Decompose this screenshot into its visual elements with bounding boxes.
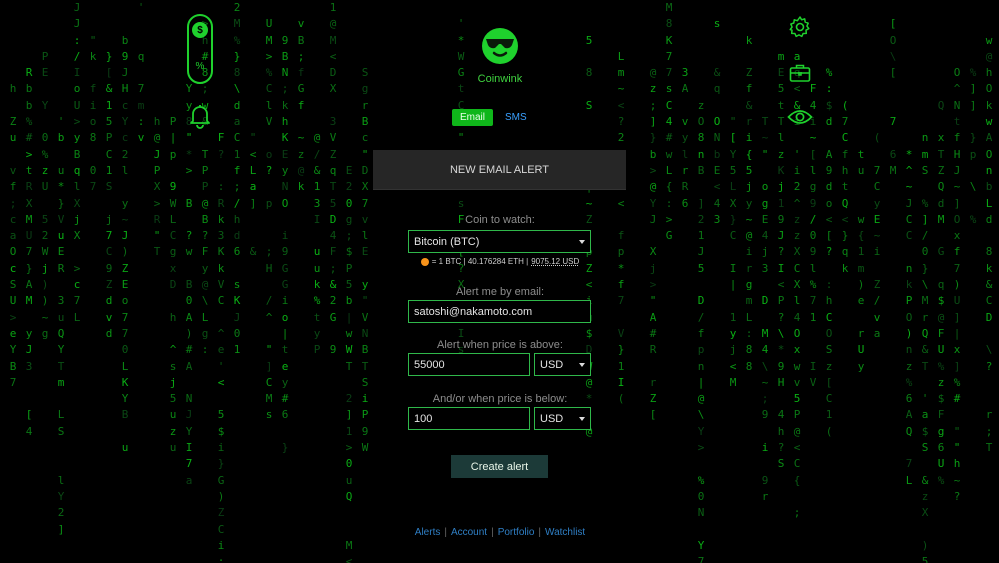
matrix-column: 5 8 S ? n | ~ Z p Z < i u $ D W @ * @ xyxy=(585,33,593,438)
panel-title: NEW EMAIL ALERT xyxy=(373,150,626,190)
matrix-column: ' b u * } V u E R 3 u Q Y T m L S l Y 2 … xyxy=(57,115,65,536)
chevron-down-icon xyxy=(579,362,585,367)
brand-name: Coinwink xyxy=(477,73,523,85)
matrix-column: % ] ] } p \ % xyxy=(969,66,977,226)
matrix-column: F ? : R k 3 K k V C ^ e ' < 5 $ i } G ) … xyxy=(217,131,225,563)
matrix-column: T ~ " o g E 4 j 3 D M 4 \ ~ ; 9 i 9 r xyxy=(761,115,769,503)
chevron-down-icon xyxy=(579,239,585,244)
matrix-column: > h # 8 ; w & T P P @ B ? F y @ \ L g : xyxy=(201,17,209,357)
matrix-column: ( 7 C f h t Q < } q k xyxy=(841,98,849,275)
matrix-column: @ / & 1 3 I u u k % t y P xyxy=(313,131,321,357)
below-currency-select[interactable]: USD xyxy=(534,407,591,430)
create-alert-button[interactable]: Create alert xyxy=(451,455,548,478)
matrix-column: % : $ d A 9 d o < [ ? : h C O S z [ C 1 … xyxy=(825,66,833,438)
coin-select[interactable]: Bitcoin (BTC) xyxy=(408,230,591,253)
matrix-column: h @ J P X > R " T xyxy=(153,115,161,259)
above-label: Alert when price is above: xyxy=(437,339,563,351)
footer-separator: | xyxy=(538,527,541,538)
matrix-column: O ^ N t f H J ~ ] O x f 7 ) U ] | x ] % … xyxy=(953,66,961,503)
matrix-column: M 8 K 7 7 s C 4 # w L { : > G xyxy=(665,1,673,243)
footer-nav: Alerts | Account | Portfolio | Watchlist xyxy=(380,527,620,538)
matrix-column: " < L a ] & xyxy=(249,131,257,259)
above-currency-select[interactable]: USD xyxy=(534,353,591,376)
below-label: And/or when price is below: xyxy=(432,393,568,405)
matrix-column: J J : / I o U > y B q l X j X > c 7 L xyxy=(73,1,81,324)
matrix-column: P E Y 0 % z U 5 2 W j ) ) ~ g xyxy=(41,49,49,340)
matrix-column: Q x T Z Q d M G q $ @ F U % z $ F g 6 U … xyxy=(937,98,945,487)
matrix-column: k Z f & r i { 5 j y ~ @ i r g m L : 8 8 xyxy=(745,33,753,373)
email-label: Alert me by email: xyxy=(455,286,545,298)
gear-icon[interactable] xyxy=(788,15,812,39)
price-above-input[interactable]: 55000 xyxy=(408,353,530,376)
briefcase-icon[interactable] xyxy=(789,63,811,83)
matrix-column: * ^ ~ J C C n k P O ) n z % 6 A Q 7 L xyxy=(905,147,913,487)
below-currency-value: USD xyxy=(540,412,564,425)
price-percent-toggle[interactable]: $ % xyxy=(187,14,213,84)
matrix-column: b 9 J H c Y c 2 l y ~ J ) Z E o 7 7 0 L … xyxy=(121,33,129,455)
coin-select-value: Bitcoin (BTC) xyxy=(414,235,480,248)
matrix-column: L m ~ < ? 2 4 M 6 < f p * f 7 V } 1 I ( xyxy=(617,49,625,406)
above-currency-value: USD xyxy=(540,358,564,371)
matrix-column: " k f i o 8 0 7 xyxy=(89,33,97,194)
matrix-column: 2 M % } 8 \ d a C 1 f ; / h d 6 s K J 0 … xyxy=(233,1,241,357)
matrix-column: P | p 9 W L C g x D h ^ s j 5 u z u xyxy=(169,115,177,455)
matrix-column: 9 B N ; k h K E y N O i 9 G G i o | t e … xyxy=(281,33,289,455)
price-above-value: 55000 xyxy=(414,358,445,371)
alert-type-tabs: Email SMS xyxy=(452,109,527,126)
price-below-value: 100 xyxy=(414,412,433,425)
price-below-input[interactable]: 100 xyxy=(408,407,530,430)
footer-link-watchlist[interactable]: Watchlist xyxy=(545,527,585,538)
matrix-column: n m S % ] / 0 } \ M r Q & T ' a $ S & z … xyxy=(921,131,929,563)
matrix-column: @ z ; ] } b > @ Y J X j > " A # R r Z [ xyxy=(649,66,657,422)
matrix-column: v B ; f G f ~ z @ k xyxy=(297,17,305,194)
matrix-column: w @ h O k w A O n b L d 8 k & C D \ ? r … xyxy=(985,33,993,455)
matrix-column: } [ & 1 5 P C 1 S j 7 C 9 Z d v d xyxy=(105,49,113,340)
footer-link-alerts[interactable]: Alerts xyxy=(415,527,441,538)
matrix-column: S g r B c " D X 7 v l E y " V N B T S i … xyxy=(361,66,369,455)
matrix-column: E 2 0 g ; $ P 5 b | w W T 2 ] 1 > 0 u Q … xyxy=(345,163,353,563)
matrix-column: h Z u v f ; c a O c S U > e Y B 7 xyxy=(9,82,17,389)
rate-text: = 1 BTC | 40.176284 ETH | xyxy=(431,257,529,266)
email-value: satoshi@nakamoto.com xyxy=(414,305,533,318)
rate-usd: 9075.12 USD xyxy=(531,257,580,266)
footer-link-account[interactable]: Account xyxy=(451,527,487,538)
bell-icon[interactable] xyxy=(188,103,212,129)
matrix-column: [ O \ [ 7 6 M xyxy=(889,17,897,177)
matrix-column: Y y 8 " * > B ? w B 0 A ) # A N J Y I 7 … xyxy=(185,82,193,487)
tab-sms[interactable]: SMS xyxy=(505,112,527,123)
matrix-column: R b b % # > t R X M U 7 } A M y J 3 [ 4 xyxy=(25,66,33,438)
matrix-column: " [ Y 5 L X } C I | 1 y j < M xyxy=(729,115,737,389)
coin-label: Coin to watch: xyxy=(465,214,535,226)
matrix-column: m E 5 t T l z K j 1 9 J ? I < P ? \ * 9 … xyxy=(777,49,785,471)
dollar-icon[interactable]: $ xyxy=(192,22,208,38)
matrix-column: t u w { 1 m ) e r U y xyxy=(857,147,865,373)
tab-email[interactable]: Email xyxy=(452,109,494,126)
exchange-rate: = 1 BTC | 40.176284 ETH | 9075.12 USD xyxy=(400,257,600,266)
footer-separator: | xyxy=(444,527,447,538)
matrix-column: U M > % C l V o ? p ; H / ^ " ] C M s xyxy=(265,17,273,422)
bitcoin-icon xyxy=(420,257,429,266)
matrix-column: s & q O N b E < 4 3 xyxy=(713,17,721,226)
matrix-column: F 4 i ~ [ l g 9 / 0 9 l % 7 1 I V xyxy=(809,82,817,389)
footer-link-portfolio[interactable]: Portfolio xyxy=(498,527,535,538)
matrix-column: a q < & i ' i 2 ^ z z X C X l 4 O x w v … xyxy=(793,49,801,520)
matrix-column: z O 8 n B ] 2 1 J 5 D / f p n | @ \ Y > … xyxy=(697,98,705,563)
footer-separator: | xyxy=(491,527,494,538)
matrix-column: ( 7 C y E ~ i Z / v a xyxy=(873,131,881,340)
matrix-column: 1 @ M < D X 3 V Z q T 5 D 4 F ; & 2 G 9 xyxy=(329,1,337,357)
email-field[interactable]: satoshi@nakamoto.com xyxy=(408,300,591,323)
eye-icon[interactable] xyxy=(787,107,813,127)
matrix-column: 3 A v y l r R 6 xyxy=(681,66,689,210)
matrix-column: ' q 7 m : v xyxy=(137,1,145,145)
coinwink-logo-icon[interactable] xyxy=(474,26,526,71)
chevron-down-icon xyxy=(579,416,585,421)
percent-icon[interactable]: % xyxy=(189,61,211,72)
